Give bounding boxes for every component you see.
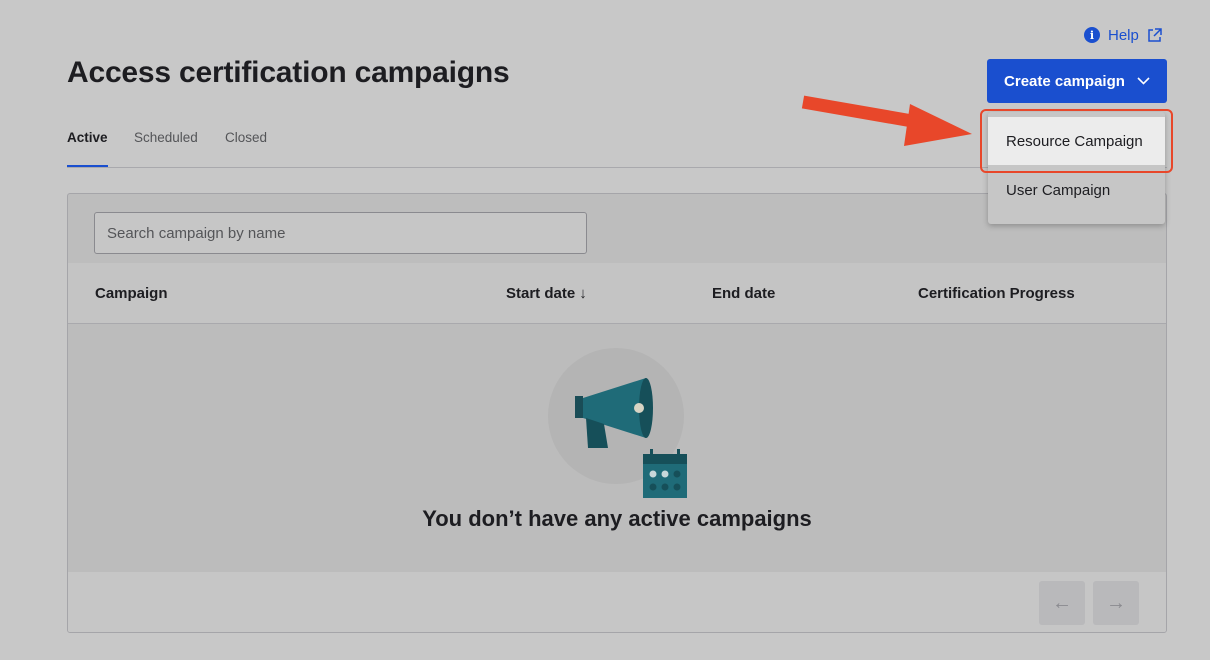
tab-scheduled[interactable]: Scheduled xyxy=(134,128,198,166)
info-icon: i xyxy=(1084,27,1100,43)
calendar-icon xyxy=(643,449,687,498)
menu-item-resource-campaign[interactable]: Resource Campaign xyxy=(988,117,1165,165)
table-header: Campaign Start date ↓ End date Certificat… xyxy=(68,263,1166,324)
empty-state-message: You don’t have any active campaigns xyxy=(422,506,812,531)
help-label: Help xyxy=(1108,26,1139,44)
sort-down-icon: ↓ xyxy=(579,285,587,302)
tab-closed[interactable]: Closed xyxy=(225,128,267,166)
column-start-date-label: Start date xyxy=(506,285,576,302)
create-campaign-button[interactable]: Create campaign xyxy=(987,59,1167,103)
pagination-bar: ← → xyxy=(68,572,1166,632)
chevron-down-icon xyxy=(1137,77,1150,85)
create-campaign-label: Create campaign xyxy=(1004,72,1125,90)
menu-item-user-campaign[interactable]: User Campaign xyxy=(988,166,1165,214)
column-end-date: End date xyxy=(712,285,776,302)
empty-state: You don’t have any active campaigns xyxy=(68,324,1166,572)
help-link[interactable]: i Help xyxy=(1084,24,1162,46)
column-start-date[interactable]: Start date ↓ xyxy=(506,285,587,302)
megaphone-calendar-illustration xyxy=(548,348,687,498)
page-title: Access certification campaigns xyxy=(67,56,510,89)
column-certification-progress: Certification Progress xyxy=(918,285,1075,302)
column-campaign: Campaign xyxy=(95,285,168,302)
annotation-arrow-icon xyxy=(801,95,972,146)
prev-page-button[interactable]: ← xyxy=(1039,581,1085,625)
next-page-button[interactable]: → xyxy=(1093,581,1139,625)
external-link-icon xyxy=(1148,27,1162,42)
search-input[interactable]: Search campaign by name xyxy=(94,212,587,254)
campaigns-card: Search campaign by name Campaign Start d… xyxy=(67,193,1167,633)
tab-active[interactable]: Active xyxy=(67,128,108,167)
create-campaign-dropdown: Resource Campaign User Campaign xyxy=(988,112,1165,224)
